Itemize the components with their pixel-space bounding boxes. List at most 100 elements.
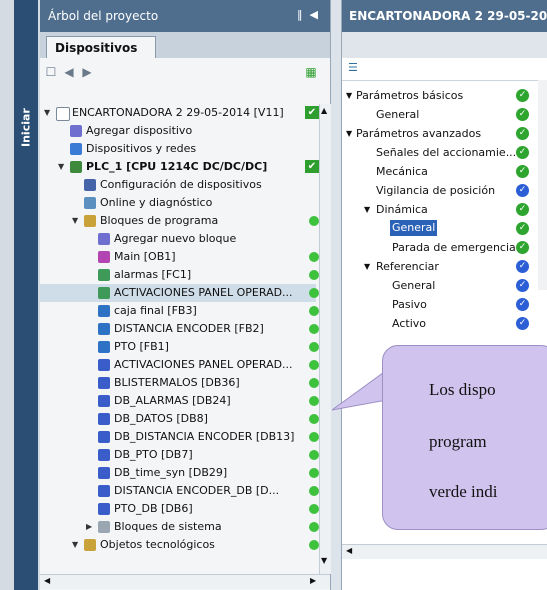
scroll-up-icon[interactable]: ▲ (321, 106, 327, 115)
param-label: Parámetros básicos (356, 89, 464, 102)
tree-item-program-blocks[interactable]: ▼ Bloques de programa (40, 212, 319, 230)
editor-horizontal-scrollbar[interactable]: ◀ (342, 544, 547, 559)
param-active[interactable]: Activo ✓ (342, 314, 538, 333)
tree-item-label: BLISTERMALOS [DB36] (114, 376, 240, 389)
tree-item-online-diag[interactable]: Online y diagnóstico (40, 194, 316, 212)
expand-arrow-icon[interactable]: ▼ (72, 212, 78, 230)
tree-item-label: Dispositivos y redes (86, 142, 197, 155)
tree-item-block[interactable]: PTO_DB [DB6] (40, 500, 319, 518)
editor-toolbar: ☰ (342, 58, 547, 81)
panel-controls[interactable]: ‖ ◀ (297, 8, 318, 21)
back-icon[interactable]: ◀ (62, 65, 76, 79)
new-view-icon[interactable]: ☐ (44, 65, 58, 79)
tree-vertical-scrollbar[interactable]: ▲ ▼ (319, 104, 331, 574)
tree-item-block[interactable]: alarmas [FC1] (40, 266, 319, 284)
db-block-icon (98, 413, 110, 425)
overview-icon[interactable]: ▦ (304, 65, 318, 79)
tree-item-label: alarmas [FC1] (114, 268, 192, 281)
tree-item-block[interactable]: DB_ALARMAS [DB24] (40, 392, 319, 410)
tree-horizontal-scrollbar[interactable]: ◀ ▶ (40, 574, 330, 589)
scroll-left-icon[interactable]: ◀ (346, 546, 352, 555)
pin-icon[interactable]: ‖ (297, 8, 303, 21)
collapse-left-icon[interactable]: ◀ (310, 8, 318, 21)
tree-item-device-config[interactable]: Configuración de dispositivos (40, 176, 316, 194)
status-ok-icon (309, 540, 319, 550)
expand-arrow-icon[interactable]: ▼ (346, 86, 352, 105)
tree-item-block[interactable]: DB_time_syn [DB29] (40, 464, 319, 482)
tree-item-block[interactable]: caja final [FB3] (40, 302, 319, 320)
tree-item-system-blocks[interactable]: ▶ Bloques de sistema (40, 518, 319, 536)
param-label: Pasivo (392, 298, 427, 311)
tree-item-block[interactable]: ACTIVACIONES PANEL OPERAD... (40, 356, 319, 374)
editor-title: ENCARTONADORA 2 29-05-2014 (349, 9, 547, 23)
tree-item-label: DB_time_syn [DB29] (114, 466, 228, 479)
tree-item-tech-objects[interactable]: ▼ Objetos tecnológicos (40, 536, 319, 554)
param-position-monitoring[interactable]: Vigilancia de posición ✓ (342, 181, 538, 200)
fb-block-icon (98, 341, 110, 353)
tree-item-label: caja final [FB3] (114, 304, 197, 317)
expand-arrow-icon[interactable]: ▼ (72, 536, 78, 554)
tree-item-block[interactable]: Main [OB1] (40, 248, 319, 266)
param-basic-general[interactable]: General ✓ (342, 105, 538, 124)
param-basic[interactable]: ▼ Parámetros básicos ✓ (342, 86, 538, 105)
tree-item-block[interactable]: DB_DATOS [DB8] (40, 410, 319, 428)
ok-check-icon: ✓ (516, 146, 529, 159)
tree-item-block[interactable]: DB_DISTANCIA ENCODER [DB13] (40, 428, 319, 446)
tree-item-plc[interactable]: ▼ PLC_1 [CPU 1214C DC/DC/DC] ✔ (40, 158, 319, 176)
param-advanced[interactable]: ▼ Parámetros avanzados ✓ (342, 124, 538, 143)
scroll-down-icon[interactable]: ▼ (321, 556, 327, 565)
status-ok-icon (309, 306, 319, 316)
tree-item-block[interactable]: DB_PTO [DB7] (40, 446, 319, 464)
param-homing-general[interactable]: General ✓ (342, 276, 538, 295)
start-tab-label[interactable]: Iniciar (15, 98, 37, 158)
status-ok-icon (309, 288, 319, 298)
expand-arrow-icon[interactable]: ▼ (58, 158, 64, 176)
tree-item-label: DB_ALARMAS [DB24] (114, 394, 231, 407)
status-ok-icon (309, 360, 319, 370)
tree-item-block-selected[interactable]: ACTIVACIONES PANEL OPERAD... (40, 284, 319, 302)
forward-icon[interactable]: ▶ (80, 65, 94, 79)
param-homing[interactable]: ▼ Referenciar ✓ (342, 257, 538, 276)
expand-arrow-icon[interactable]: ▼ (44, 104, 50, 122)
editor-vertical-scrollbar[interactable] (538, 80, 547, 290)
param-emergency-stop[interactable]: Parada de emergencia ✓ (342, 238, 538, 257)
ok-check-icon: ✓ (516, 222, 529, 235)
tree-item-label: Bloques de programa (100, 214, 219, 227)
folder-icon (84, 539, 96, 551)
scroll-left-icon[interactable]: ◀ (44, 576, 50, 585)
expand-arrow-icon[interactable]: ▶ (86, 518, 92, 536)
navigation-icon[interactable]: ☰ (348, 61, 358, 74)
tree-item-add-block[interactable]: Agregar nuevo bloque (40, 230, 316, 248)
tree-item-add-device[interactable]: Agregar dispositivo (40, 122, 316, 140)
param-dynamics-general[interactable]: General ✓ (342, 219, 538, 238)
expand-arrow-icon[interactable]: ▼ (364, 200, 370, 219)
param-dynamics[interactable]: ▼ Dinámica ✓ (342, 200, 538, 219)
param-label: General (376, 108, 420, 121)
scroll-right-icon[interactable]: ▶ (310, 576, 316, 585)
info-check-icon: ✓ (516, 260, 529, 273)
tree-item-block[interactable]: PTO [FB1] (40, 338, 319, 356)
folder-icon (98, 521, 110, 533)
tree-item-project[interactable]: ▼ ENCARTONADORA 2 29-05-2014 [V11] ✔ (40, 104, 319, 122)
tab-dispositivos[interactable]: Dispositivos (46, 36, 156, 58)
tree-item-block[interactable]: DISTANCIA ENCODER [FB2] (40, 320, 319, 338)
editor-tabbar (342, 32, 547, 58)
start-tab[interactable] (14, 0, 38, 590)
param-label: General (390, 220, 438, 236)
param-passive[interactable]: Pasivo ✓ (342, 295, 538, 314)
db-block-icon (98, 503, 110, 515)
fc-block-icon (98, 269, 110, 281)
tree-item-label: Agregar dispositivo (86, 124, 193, 137)
status-ok-icon (309, 486, 319, 496)
status-ok-icon (309, 216, 319, 226)
tree-item-label: PTO [FB1] (114, 340, 169, 353)
expand-arrow-icon[interactable]: ▼ (346, 124, 352, 143)
status-ok-icon (309, 468, 319, 478)
tree-item-devices-networks[interactable]: Dispositivos y redes (40, 140, 316, 158)
tree-item-block[interactable]: BLISTERMALOS [DB36] (40, 374, 319, 392)
param-mechanics[interactable]: Mecánica ✓ (342, 162, 538, 181)
expand-arrow-icon[interactable]: ▼ (364, 257, 370, 276)
status-ok-icon (309, 252, 319, 262)
tree-item-block[interactable]: DISTANCIA ENCODER_DB [D... (40, 482, 319, 500)
param-drive-signals[interactable]: Señales del accionamie... ✓ (342, 143, 538, 162)
